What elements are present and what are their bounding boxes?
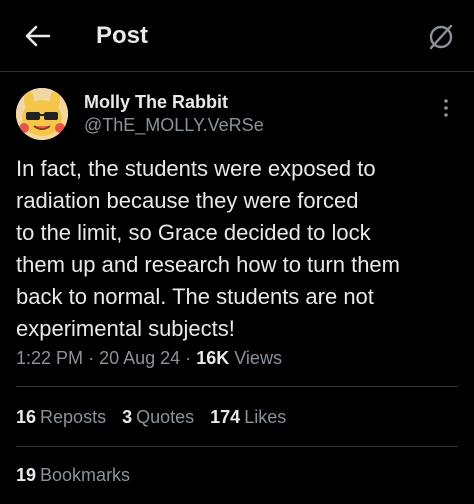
post-meta: 1:22 PM · 20 Aug 24 · 16K Views (16, 345, 282, 371)
quotes-stat[interactable]: 3 Quotes (122, 404, 194, 430)
likes-label: Likes (244, 407, 287, 427)
avatar[interactable] (16, 88, 68, 140)
meta-separator: · (185, 348, 192, 368)
post-time[interactable]: 1:22 PM (16, 348, 83, 368)
divider (16, 446, 458, 447)
views-label: Views (234, 348, 282, 368)
top-bar: Post (0, 0, 474, 72)
reposts-label: Reposts (40, 407, 107, 427)
post-body-text: In fact, the students were exposed to ra… (16, 156, 400, 341)
grok-button[interactable] (424, 20, 458, 54)
author-display-name[interactable]: Molly The Rabbit (84, 91, 228, 113)
reposts-stat[interactable]: 16 Reposts (16, 404, 106, 430)
reposts-count: 16 (16, 407, 37, 427)
grok-icon (429, 24, 453, 50)
engagement-stats: 16 Reposts 3 Quotes 174 Likes (16, 404, 286, 430)
quotes-label: Quotes (136, 407, 195, 427)
bookmarks-stat[interactable]: 19 Bookmarks (16, 462, 130, 488)
likes-stat[interactable]: 174 Likes (210, 404, 286, 430)
divider (16, 386, 458, 387)
bookmarks-label: Bookmarks (40, 465, 131, 485)
bookmarks-count: 19 (16, 465, 37, 485)
meta-separator: · (88, 348, 95, 368)
post-date[interactable]: 20 Aug 24 (99, 348, 180, 368)
quotes-count: 3 (122, 407, 133, 427)
page-title: Post (96, 22, 149, 49)
author-handle[interactable]: @ThE_MOLLY.VeRSe (84, 114, 264, 136)
more-vertical-icon (444, 99, 448, 117)
views-count: 16K (196, 348, 230, 368)
likes-count: 174 (210, 407, 241, 427)
avatar-cartoon-icon (16, 88, 68, 140)
more-options-button[interactable] (436, 96, 456, 120)
back-button[interactable] (22, 20, 54, 52)
arrow-left-icon (25, 25, 51, 47)
